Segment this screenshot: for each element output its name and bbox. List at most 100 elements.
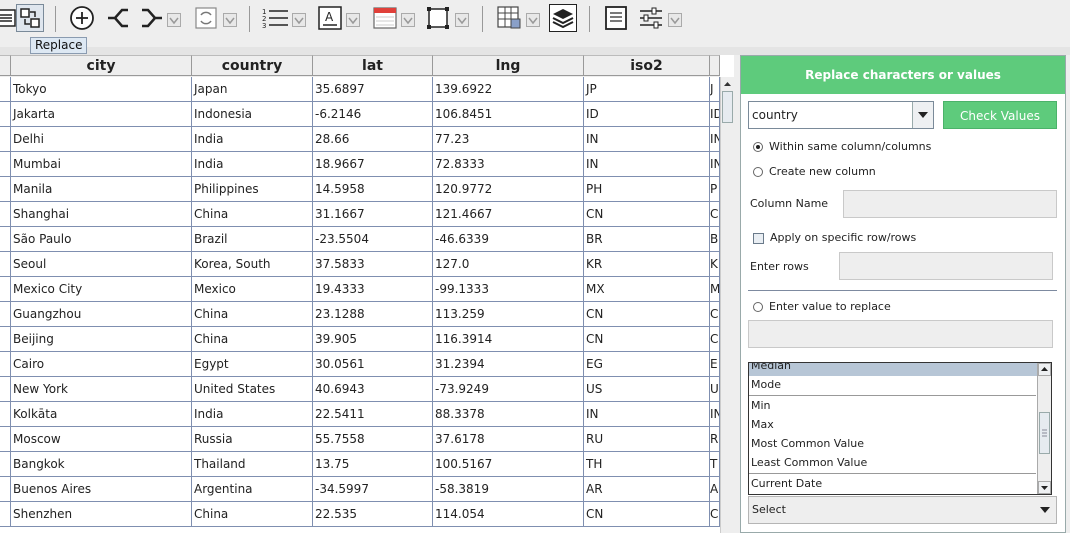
table-cell[interactable]: Thailand xyxy=(192,452,313,477)
table-cell[interactable]: 37.6178 xyxy=(433,427,584,452)
scroll-thumb[interactable] xyxy=(1039,412,1050,454)
row-index-cell[interactable] xyxy=(0,352,11,377)
table-cell[interactable]: 127.0 xyxy=(433,252,584,277)
table-cell[interactable]: Cairo xyxy=(11,352,192,377)
scroll-up-icon[interactable] xyxy=(721,77,734,91)
table-cell[interactable]: China xyxy=(192,327,313,352)
list-scrollbar[interactable] xyxy=(1037,363,1051,494)
table-row[interactable]: JakartaIndonesia-6.2146106.8451IDID xyxy=(0,102,720,127)
table-cell[interactable]: China xyxy=(192,202,313,227)
replace-icon[interactable] xyxy=(16,4,44,32)
merge-icon[interactable] xyxy=(138,4,166,32)
list-item-min[interactable]: Min xyxy=(751,398,1036,416)
table-cell[interactable]: 37.5833 xyxy=(313,252,433,277)
column-name-input[interactable] xyxy=(843,190,1057,218)
table-cell[interactable]: Bangkok xyxy=(11,452,192,477)
table-cell[interactable]: Mexico xyxy=(192,277,313,302)
row-index-cell[interactable] xyxy=(0,402,11,427)
table-cell[interactable]: BR xyxy=(584,227,710,252)
table-cell[interactable]: India xyxy=(192,402,313,427)
column-header-lng[interactable]: lng xyxy=(433,55,584,76)
table-cell[interactable]: 114.054 xyxy=(433,502,584,527)
row-index-cell[interactable] xyxy=(0,127,11,152)
table-cell[interactable]: C xyxy=(710,327,720,352)
table-cell[interactable]: São Paulo xyxy=(11,227,192,252)
table-cell[interactable]: B xyxy=(710,227,720,252)
table-cell[interactable]: 55.7558 xyxy=(313,427,433,452)
list-item-least-common-value[interactable]: Least Common Value xyxy=(751,455,1036,473)
text-format-icon[interactable]: A xyxy=(316,4,344,32)
enter-rows-input[interactable] xyxy=(839,252,1053,280)
radio-create-new-column[interactable]: Create new column xyxy=(753,165,876,179)
table-cell[interactable]: Jakarta xyxy=(11,102,192,127)
table-cell[interactable]: Manila xyxy=(11,177,192,202)
table-cell[interactable]: 31.2394 xyxy=(433,352,584,377)
table-cell[interactable]: 77.23 xyxy=(433,127,584,152)
table-cell[interactable]: Seoul xyxy=(11,252,192,277)
table-cell[interactable]: IN xyxy=(584,152,710,177)
chevron-down-icon[interactable] xyxy=(912,102,933,128)
table-cell[interactable]: U xyxy=(710,377,720,402)
table-cell[interactable]: ID xyxy=(584,102,710,127)
scroll-down-icon[interactable] xyxy=(1038,481,1051,494)
table-cell[interactable]: CN xyxy=(584,327,710,352)
table-cell[interactable]: -34.5997 xyxy=(313,477,433,502)
table-cell[interactable]: -99.1333 xyxy=(433,277,584,302)
list-item-most-common-value[interactable]: Most Common Value xyxy=(751,436,1036,454)
table-cell[interactable]: 31.1667 xyxy=(313,202,433,227)
table-cell[interactable]: M xyxy=(710,277,720,302)
row-index-cell[interactable] xyxy=(0,102,11,127)
split-icon[interactable] xyxy=(104,4,132,32)
replace-value-input[interactable] xyxy=(748,320,1053,348)
table-row[interactable]: New York United States 40.6943 -73.9249 US U xyxy=(0,377,720,402)
select-dropdown[interactable]: Select xyxy=(748,496,1057,524)
table-cell[interactable]: 139.6922 xyxy=(433,77,584,102)
table-cell[interactable]: 40.6943 xyxy=(313,377,433,402)
table-row[interactable]: Buenos Aires Argentina -34.5997 -58.3819 AR A xyxy=(0,477,720,502)
row-index-cell[interactable] xyxy=(0,227,11,252)
list-item-median[interactable]: Median xyxy=(749,363,1038,376)
table-cell[interactable]: 22.535 xyxy=(313,502,433,527)
table-cell[interactable]: Kolkāta xyxy=(11,402,192,427)
table-cell[interactable]: 28.66 xyxy=(313,127,433,152)
table-cell[interactable]: IN xyxy=(584,127,710,152)
table-cell[interactable]: 121.4667 xyxy=(433,202,584,227)
table-cell[interactable]: -58.3819 xyxy=(433,477,584,502)
table-cell[interactable]: Brazil xyxy=(192,227,313,252)
table-cell[interactable]: CN xyxy=(584,502,710,527)
table-cell[interactable]: IN xyxy=(584,402,710,427)
row-index-cell[interactable] xyxy=(0,452,11,477)
numbered-list-icon[interactable]: 123 xyxy=(261,4,289,32)
grid-edit-icon[interactable] xyxy=(495,4,523,32)
table-cell[interactable]: IN xyxy=(710,152,720,177)
table-row[interactable]: DelhiIndia28.6677.23ININ xyxy=(0,127,720,152)
table-cell[interactable]: India xyxy=(192,152,313,177)
check-values-button[interactable]: Check Values xyxy=(943,101,1057,129)
row-index-cell[interactable] xyxy=(0,427,11,452)
radio-icon[interactable] xyxy=(753,302,763,312)
table-cell[interactable]: Korea, South xyxy=(192,252,313,277)
table-row[interactable]: Mexico City Mexico 19.4333 -99.1333 MX M xyxy=(0,277,720,302)
table-cell[interactable]: CN xyxy=(584,302,710,327)
table-cell[interactable]: 23.1288 xyxy=(313,302,433,327)
table-row[interactable]: Guangzhou China 23.1288 113.259 CN C xyxy=(0,302,720,327)
chevron-down-icon[interactable] xyxy=(346,13,360,27)
table-cell[interactable]: 100.5167 xyxy=(433,452,584,477)
calendar-icon[interactable] xyxy=(371,4,399,32)
table-row[interactable]: MumbaiIndia18.966772.8333ININ xyxy=(0,152,720,177)
table-row[interactable]: Bangkok Thailand 13.75 100.5167 TH T xyxy=(0,452,720,477)
table-cell[interactable]: -46.6339 xyxy=(433,227,584,252)
add-circle-icon[interactable] xyxy=(68,4,96,32)
table-cell[interactable]: Argentina xyxy=(192,477,313,502)
row-index-cell[interactable] xyxy=(0,152,11,177)
column-header-lat[interactable]: lat xyxy=(313,55,433,76)
table-row[interactable]: Manila Philippines 14.5958 120.9772 PH P xyxy=(0,177,720,202)
table-row[interactable]: Shanghai China 31.1667 121.4667 CN C xyxy=(0,202,720,227)
table-cell[interactable]: E xyxy=(710,352,720,377)
table-cell[interactable]: Philippines xyxy=(192,177,313,202)
row-index-cell[interactable] xyxy=(0,177,11,202)
chevron-down-icon[interactable] xyxy=(401,13,415,27)
table-row[interactable]: Shenzhen China 22.535 114.054 CN C xyxy=(0,502,720,527)
radio-selected-icon[interactable] xyxy=(753,142,763,152)
table-row[interactable]: Tokyo Japan 35.6897 139.6922 JP J xyxy=(0,77,720,102)
